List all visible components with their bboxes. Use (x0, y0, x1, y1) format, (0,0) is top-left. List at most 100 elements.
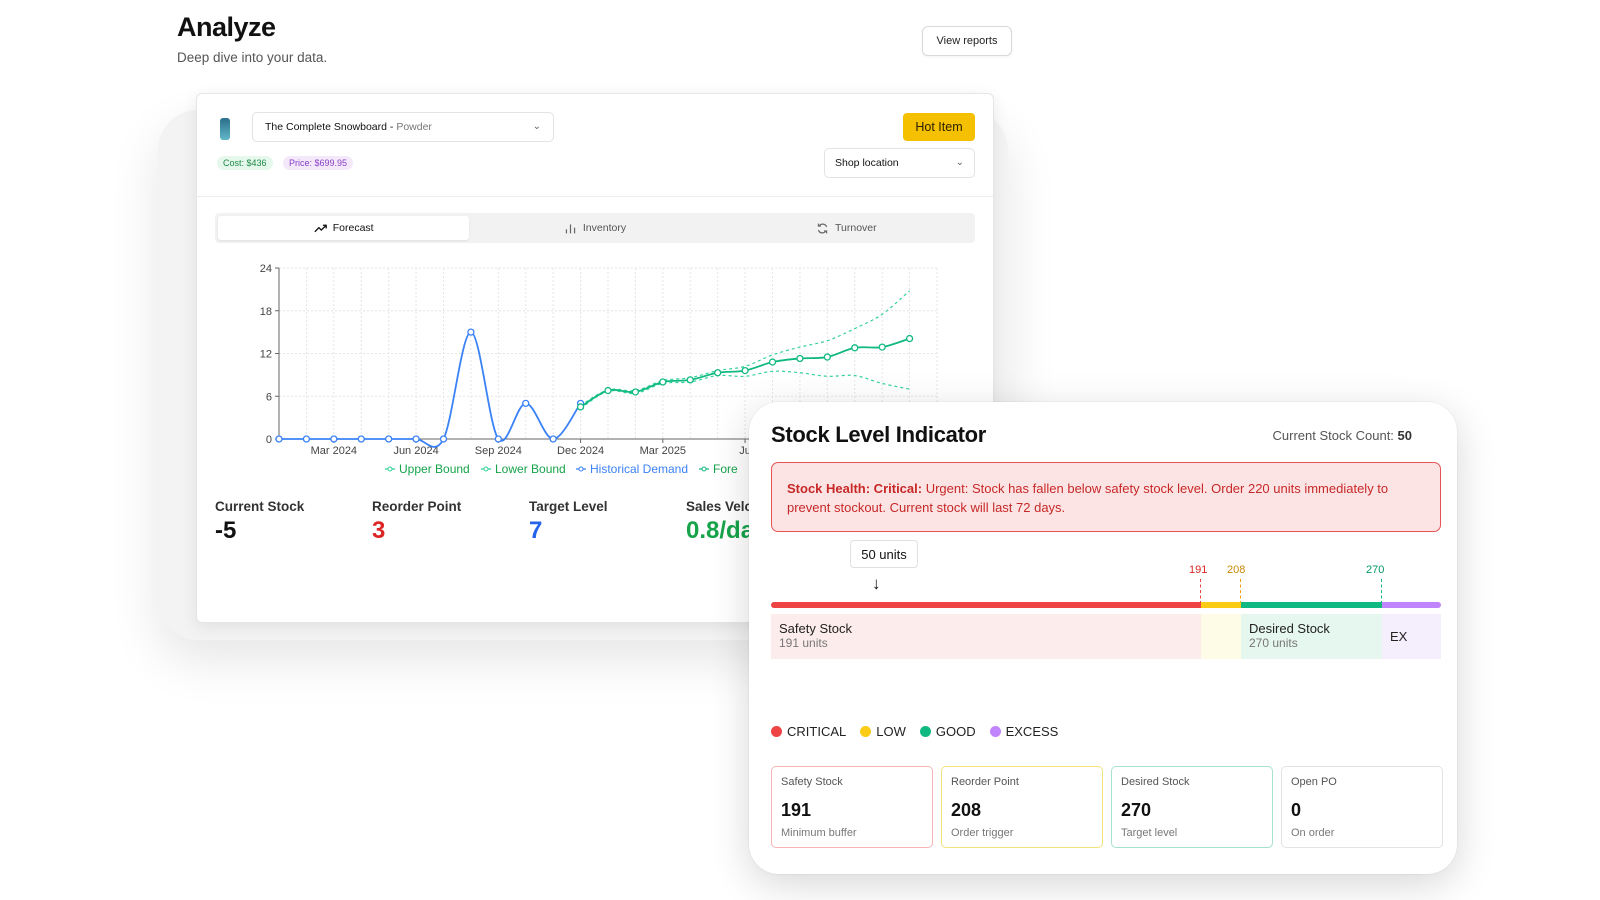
metric-desired-stock: Desired Stock 270 Target level (1111, 766, 1273, 848)
metric-sub: Order trigger (951, 827, 1014, 839)
marker-line-reorder (1240, 579, 1241, 604)
forecast-point (686, 376, 694, 384)
good-dot-icon (919, 726, 931, 737)
zone-excess-label: EX (1390, 629, 1408, 644)
marker-label-safety: 191 (1189, 564, 1208, 576)
legend-label: Upper Bound (399, 462, 470, 476)
stock-count-label: Current Stock Count: (1272, 428, 1398, 443)
x-tick-label: Sep 2024 (475, 445, 522, 457)
stat-target-level: Target Level 7 (529, 499, 686, 545)
y-tick-label: 0 (266, 434, 272, 446)
legend-low: LOW (860, 724, 906, 739)
historical-point (439, 435, 448, 443)
shop-location-select[interactable]: Shop location ⌄ (824, 148, 975, 178)
marker-line-desired (1381, 579, 1382, 604)
metric-sub: Minimum buffer (781, 827, 857, 839)
cost-badge: Cost: $436 (217, 156, 273, 170)
refresh-icon (817, 223, 828, 233)
legend-label: GOOD (935, 724, 976, 739)
shop-location-label: Shop location (835, 157, 899, 169)
historical-point (385, 435, 393, 443)
forecast-point (714, 369, 722, 377)
metric-reorder-point: Reorder Point 208 Order trigger (941, 766, 1103, 848)
tab-inventory[interactable]: Inventory (469, 216, 720, 240)
zone-excess: EX (1382, 614, 1441, 659)
tab-turnover[interactable]: Turnover (721, 216, 972, 240)
stock-level-bar (771, 602, 1441, 608)
stage: Analyze Deep dive into your data. View r… (0, 0, 1600, 900)
historical-point (302, 435, 311, 443)
x-tick-label: Dec 2024 (557, 445, 604, 457)
y-tick-label: 18 (260, 306, 272, 318)
legend-label: CRITICAL (787, 724, 847, 739)
metric-value: 270 (1121, 800, 1152, 820)
y-tick-label: 6 (266, 391, 272, 403)
arrow-down-icon: ↓ (872, 574, 881, 593)
legend-label: Fore (713, 462, 738, 476)
metric-label: Desired Stock (1121, 776, 1190, 788)
metric-value: 0 (1291, 800, 1302, 820)
critical-dot-icon (771, 726, 782, 737)
forecast-point (604, 386, 612, 395)
product-name: The Complete Snowboard - (265, 121, 394, 133)
tab-forecast[interactable]: Forecast (218, 216, 470, 240)
metric-safety-stock: Safety Stock 191 Minimum buffer (771, 766, 933, 848)
metric-label: Reorder Point (951, 776, 1019, 788)
x-tick-label: Mar 2025 (640, 445, 686, 457)
metric-sub: On order (1291, 827, 1335, 839)
metric-value: 208 (951, 800, 982, 820)
legend-label: Lower Bound (495, 462, 566, 476)
historical-point (330, 435, 338, 443)
historical-point (412, 435, 420, 443)
forecast-point (878, 343, 886, 351)
stat-reorder-point: Reorder Point 3 (372, 499, 529, 545)
bar-chart-icon (565, 223, 576, 233)
current-units-tooltip: 50 units (850, 540, 918, 568)
metric-label: Open PO (1291, 776, 1337, 788)
forecast-point (851, 344, 859, 352)
product-header: The Complete Snowboard - Powder ⌄ Cost: … (197, 94, 993, 197)
legend-label: LOW (876, 724, 906, 739)
stock-level-card: Stock Level Indicator Current Stock Coun… (749, 402, 1457, 874)
stock-health-alert: Stock Health: Critical: Urgent: Stock ha… (771, 462, 1441, 532)
page-subtitle: Deep dive into your data. (177, 50, 328, 65)
tab-turnover-label: Turnover (835, 222, 877, 234)
snowboard-icon (220, 118, 230, 140)
tab-forecast-label: Forecast (332, 222, 374, 234)
stat-value: -5 (215, 517, 237, 544)
historical-point (549, 435, 557, 443)
y-tick-label: 12 (260, 349, 272, 361)
legend-good: GOOD (919, 724, 976, 739)
zone-safety: Safety Stock 191 units (771, 614, 1201, 659)
forecast-point (768, 358, 777, 366)
metric-value: 191 (781, 800, 812, 820)
legend-critical: CRITICAL (771, 724, 846, 739)
stock-count-value: 50 (1397, 428, 1412, 443)
low-dot-icon (860, 726, 872, 737)
product-select[interactable]: The Complete Snowboard - Powder ⌄ (252, 112, 554, 142)
hot-item-badge: Hot Item (903, 113, 975, 141)
bar-low (1201, 602, 1241, 608)
metric-sub: Target level (1121, 827, 1178, 839)
forecast-point (659, 378, 667, 386)
historical-point (494, 435, 502, 443)
forecast-point (796, 354, 804, 363)
forecast-point (823, 353, 831, 361)
stock-title: Stock Level Indicator (771, 422, 986, 447)
view-reports-button[interactable]: View reports (922, 26, 1012, 56)
forecast-point (576, 403, 585, 411)
price-badge: Price: $699.95 (283, 156, 354, 170)
legend-excess: EXCESS (989, 724, 1058, 739)
metric-label: Safety Stock (781, 776, 843, 788)
legend-label: Historical Demand (590, 462, 688, 476)
stat-label: Current Stock (215, 499, 305, 514)
chart-tabs: Forecast Inventory Turnover (215, 213, 975, 243)
zone-desired: Desired Stock 270 units (1241, 614, 1382, 659)
stat-label: Target Level (529, 499, 608, 514)
historical-point (467, 328, 475, 336)
stock-legend: CRITICAL LOW GOOD EXCESS (771, 724, 1058, 739)
trend-up-icon (314, 224, 327, 232)
legend-marker (483, 466, 489, 472)
forecast-point (741, 366, 749, 375)
stat-value: 3 (372, 517, 386, 544)
